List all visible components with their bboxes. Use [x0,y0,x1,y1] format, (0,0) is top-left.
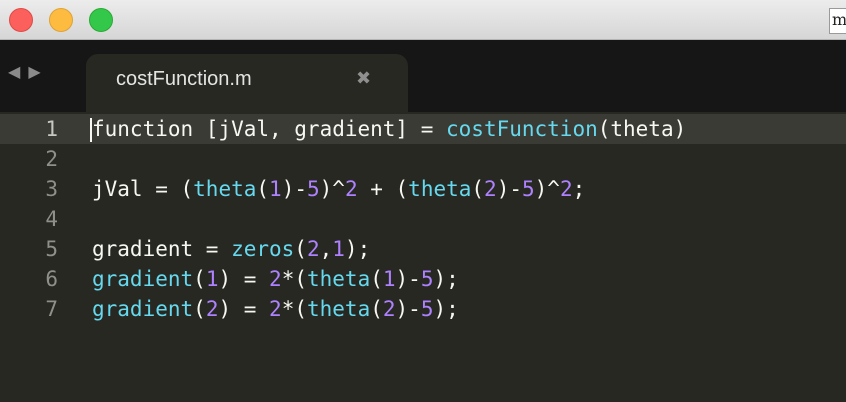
code-token: + ( [357,177,409,201]
code-token: ) = [218,297,270,321]
tab-navigation: ◀▶ [8,62,49,81]
code-token: gradient = [92,237,232,261]
number-token: 1 [269,177,282,201]
line-number: 2 [45,147,58,171]
line-number: 3 [45,177,58,201]
close-tab-icon[interactable]: ✖ [356,68,371,89]
function-token: gradient [92,267,194,291]
back-arrow-icon[interactable]: ◀ [8,62,28,81]
function-token: theta [307,297,371,321]
number-token: 5 [306,177,320,201]
function-token: costFunction [446,117,598,141]
code-line[interactable]: 3 jVal = (theta(1)-5)^2 + (theta(2)-5)^2; [0,174,846,204]
tab-bar: ◀▶ costFunction.m ✖ [0,40,846,112]
number-token: 5 [420,267,434,291]
code-line[interactable]: 6 gradient(1) = 2*(theta(1)-5); [0,264,846,294]
code-editor[interactable]: 1 function [jVal, gradient] = costFunctio… [0,112,846,402]
code-token: ); [433,297,459,321]
code-text: jVal = (theta(1)-5)^2 + (theta(2)-5)^2; [92,174,585,204]
code-token: ( [370,267,383,291]
number-token: 1 [205,267,219,291]
code-token: function [jVal, gradient] = [92,117,447,141]
function-token: theta [408,177,472,201]
function-token: gradient [92,297,194,321]
code-line[interactable]: 5 gradient = zeros(2,1); [0,234,846,264]
code-text: gradient(1) = 2*(theta(1)-5); [92,264,459,294]
code-token: ( [193,297,206,321]
number-token: 1 [382,267,396,291]
number-token: 2 [269,267,282,291]
code-line[interactable]: 7 gradient(2) = 2*(theta(2)-5); [0,294,846,324]
number-token: 2 [484,177,497,201]
minimize-window-button[interactable] [49,8,73,32]
code-token: )^ [319,177,345,201]
code-token: ( [294,237,307,261]
line-number: 1 [45,117,58,141]
code-token: ); [344,237,371,261]
code-token: )- [496,177,522,201]
code-text: gradient(2) = 2*(theta(2)-5); [92,294,459,324]
forward-arrow-icon[interactable]: ▶ [28,62,48,81]
number-token: 5 [420,297,434,321]
number-token: 2 [306,237,320,261]
code-line[interactable]: 4 [0,204,846,234]
code-token: , [319,237,333,261]
function-token: theta [307,267,371,291]
number-token: 5 [522,177,535,201]
line-number: 7 [45,297,58,321]
number-token: 1 [332,237,345,261]
code-text: gradient = zeros(2,1); [92,234,370,264]
zoom-window-button[interactable] [89,8,113,32]
number-token: 2 [269,297,282,321]
code-token: )- [395,297,421,321]
text-cursor [90,118,92,142]
code-token: ( [471,177,485,201]
code-token: *( [281,297,307,321]
tab-label: costFunction.m [116,68,252,90]
code-text: function [jVal, gradient] = costFunction… [92,114,686,144]
function-token: zeros [231,237,295,261]
code-token: ( [193,267,206,291]
number-token: 2 [382,297,396,321]
line-number: 6 [45,267,58,291]
number-token: 2 [205,297,219,321]
code-token: )^ [534,177,560,201]
code-token: ; [572,177,586,201]
tab-costfunction[interactable]: costFunction.m ✖ [86,54,408,112]
line-number: 4 [45,207,58,231]
code-line[interactable]: 1 function [jVal, gradient] = costFunctio… [0,114,846,144]
code-token: ( [370,297,383,321]
window-titlebar: m [0,0,846,40]
code-token: )- [281,177,307,201]
number-token: 2 [559,177,573,201]
function-token: theta [193,177,257,201]
number-token: 2 [344,177,358,201]
code-token: ) = [218,267,270,291]
code-token: jVal = ( [92,177,194,201]
code-token: ); [433,267,459,291]
close-window-button[interactable] [9,8,33,32]
line-number: 5 [45,237,58,261]
code-token: *( [281,267,307,291]
code-token: ( [256,177,270,201]
code-line[interactable]: 2 [0,144,846,174]
code-token: (theta) [597,117,687,141]
code-token: )- [395,267,421,291]
document-proxy-icon: m [829,8,846,34]
